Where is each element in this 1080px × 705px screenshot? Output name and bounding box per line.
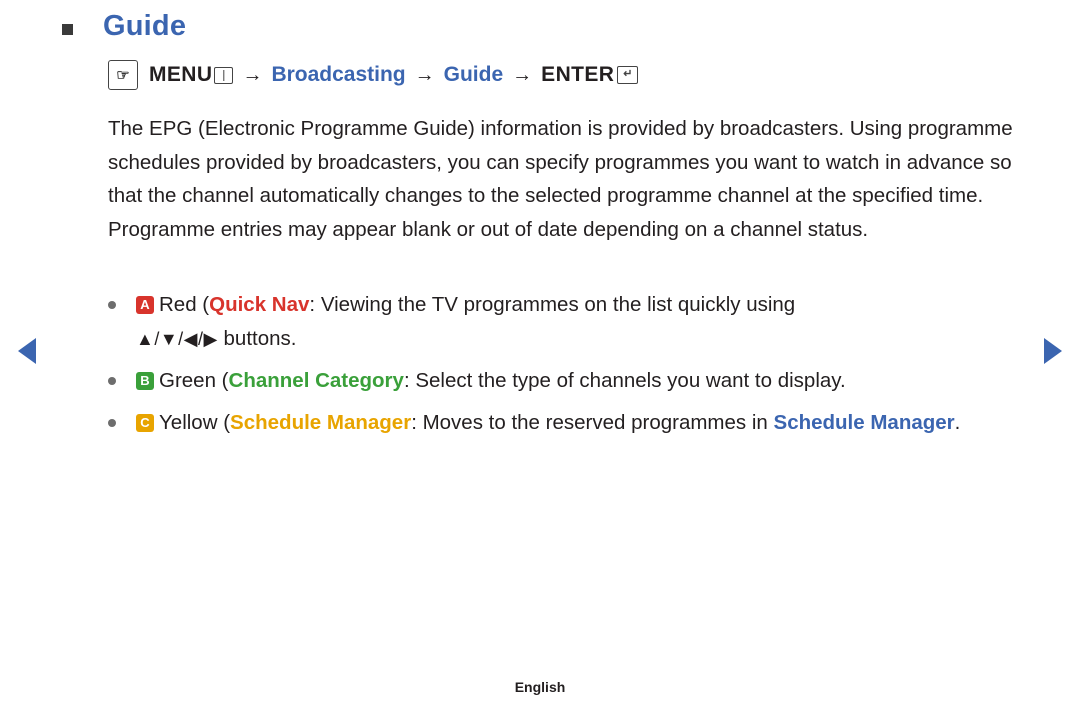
bullet-2-text-after: : Moves to the reserved programmes in [411, 410, 774, 434]
feature-name-quick-nav: Quick Nav [209, 293, 310, 316]
bullet-dot-icon [108, 377, 116, 385]
hand-pointer-icon: ☞ [108, 60, 138, 90]
feature-bullet-list: A Red (Quick Nav: Viewing the TV programm… [108, 288, 1038, 447]
square-bullet-icon [62, 23, 73, 35]
bullet-text-yellow: C Yellow (Schedule Manager: Moves to the … [136, 406, 1038, 440]
list-item: B Green (Channel Category: Select the typ… [108, 364, 1038, 398]
direction-keys-glyphs: ▲/▼/◀/▶ [136, 328, 218, 349]
menu-key-icon [214, 66, 234, 84]
page-title-row: Guide [62, 12, 186, 41]
link-schedule-manager[interactable]: Schedule Manager [774, 411, 955, 434]
list-item: A Red (Quick Nav: Viewing the TV programm… [108, 288, 1038, 356]
feature-name-channel-category: Channel Category [228, 369, 404, 392]
path-arrow-1: → [242, 63, 263, 86]
colour-key-c-icon: C [136, 413, 154, 432]
bullet-text-red: A Red (Quick Nav: Viewing the TV programm… [136, 293, 796, 350]
bullet-dot-icon [108, 418, 116, 427]
footer-language-label: English [514, 679, 566, 695]
description-paragraph: The EPG (Electronic Programme Guide) inf… [108, 117, 1013, 241]
colour-name-green: Green [159, 369, 216, 392]
colour-key-b-icon: B [136, 372, 154, 390]
enter-key-icon: ↵ [617, 66, 639, 84]
enter-label: ENTER [541, 63, 615, 86]
path-item-guide[interactable]: Guide [444, 63, 504, 87]
path-arrow-3: → [512, 63, 533, 86]
colour-name-yellow: Yellow [159, 410, 218, 434]
path-item-broadcasting[interactable]: Broadcasting [271, 63, 405, 87]
colour-name-red: Red [159, 293, 197, 316]
bullet-2-text-end: . [954, 410, 961, 434]
bullet-1-text-after: : Select the type of channels you want t… [403, 369, 846, 392]
menu-path-breadcrumb: ☞ MENU → Broadcasting → Guide → ENTER ↵ [108, 60, 639, 90]
bullet-0-second-line: buttons. [217, 326, 297, 350]
path-arrow-2: → [414, 63, 435, 86]
feature-name-schedule-manager: Schedule Manager [230, 410, 412, 434]
menu-label: MENU [149, 63, 213, 86]
bullet-dot-icon [108, 301, 116, 309]
triangle-left-icon[interactable] [18, 338, 36, 364]
colour-key-a-icon: A [136, 296, 154, 314]
list-item: C Yellow (Schedule Manager: Moves to the … [108, 406, 1038, 440]
page-title: Guide [103, 10, 187, 42]
triangle-right-icon[interactable] [1044, 338, 1062, 364]
bullet-0-text-after: : Viewing the TV programmes on the list … [309, 293, 796, 316]
bullet-text-green: B Green (Channel Category: Select the typ… [136, 364, 1038, 398]
